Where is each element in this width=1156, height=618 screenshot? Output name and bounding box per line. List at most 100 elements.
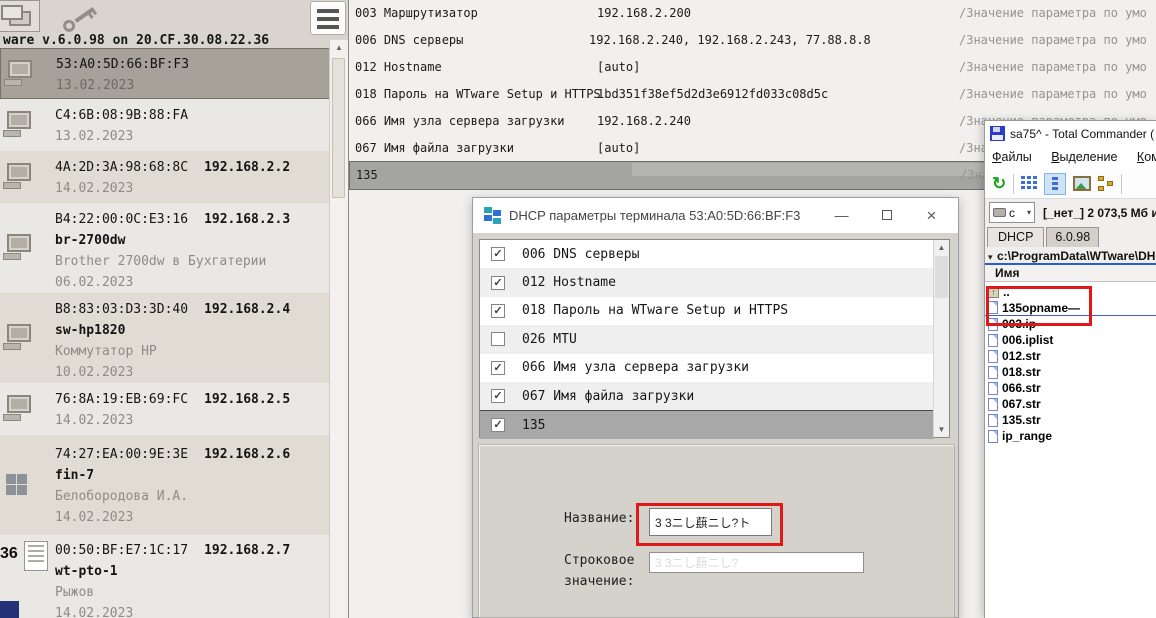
tc-window-title: sa75^ - Total Commander (: [1010, 127, 1154, 141]
scroll-up-icon[interactable]: ▲: [330, 40, 348, 56]
param-row[interactable]: 003 Маршрутизатор 192.168.2.200 /Значени…: [349, 0, 1156, 27]
scrollbar-thumb[interactable]: [332, 58, 345, 198]
terminal-date: 14.02.2023: [55, 410, 330, 431]
minimize-button[interactable]: —: [819, 198, 864, 233]
file-name: 135.str: [1002, 413, 1041, 427]
options-scrollbar[interactable]: ▲ ▼: [933, 240, 949, 437]
checkbox-checked[interactable]: ✓: [491, 304, 505, 318]
param-value: 1bd351f38ef5d2d3e6912fd033c08d5c: [597, 81, 828, 108]
checkbox-checked[interactable]: ✓: [491, 247, 505, 261]
tc-toolbar: ↻: [985, 169, 1156, 199]
tree-view-icon[interactable]: [1098, 176, 1114, 191]
param-value: 192.168.2.240: [597, 108, 691, 135]
checkbox-unchecked[interactable]: [491, 332, 505, 346]
scroll-up-icon[interactable]: ▲: [934, 240, 949, 255]
terminal-mac: C4:6B:08:9B:88:FA: [55, 108, 188, 123]
option-label: 067 Имя файла загрузки: [522, 389, 694, 404]
terminal-list-item[interactable]: B8:83:03:D3:3D:40192.168.2.4 sw-hp1820 К…: [0, 293, 330, 383]
sidebar-scrollbar[interactable]: ▲: [329, 40, 348, 618]
terminal-ip: 192.168.2.6: [204, 447, 290, 462]
drive-space-info: [_нет_] 2 073,5 Мб и: [1043, 206, 1156, 220]
terminal-list-item[interactable]: 4A:2D:3A:98:68:8C192.168.2.2 14.02.2023: [0, 151, 330, 203]
path-caret-icon[interactable]: ▾: [988, 252, 993, 262]
terminal-mac: 53:A0:5D:66:BF:F3: [56, 57, 189, 72]
terminal-list-item[interactable]: 36 00:50:BF:E7:1C:17192.168.2.7 wt-pto-1…: [0, 535, 330, 618]
param-row[interactable]: 018 Пароль на WTware Setup и HTTPS 1bd35…: [349, 81, 1156, 108]
terminal-hostname: fin-7: [55, 465, 330, 486]
terminal-description: Brother 2700dw в Бухгатерии: [55, 251, 330, 272]
hamburger-menu-button[interactable]: [310, 1, 346, 35]
checkbox-checked[interactable]: ✓: [491, 361, 505, 375]
checkbox-checked[interactable]: ✓: [491, 276, 505, 290]
string-value-input[interactable]: [649, 552, 864, 573]
dialog-titlebar[interactable]: DHCP параметры терминала 53:A0:5D:66:BF:…: [473, 198, 958, 233]
string-value-label-line1: Строковое: [564, 553, 634, 568]
close-button[interactable]: ×: [909, 198, 954, 233]
path-text: c:\ProgramData\WTware\DH: [997, 249, 1155, 263]
option-row-selected[interactable]: ✓ 135: [480, 410, 934, 438]
file-row[interactable]: 135.str: [985, 412, 1156, 428]
terminal-mac: 4A:2D:3A:98:68:8C: [55, 160, 188, 175]
terminal-list-item[interactable]: 74:27:EA:00:9E:3E192.168.2.6 fin-7 Белоб…: [0, 435, 330, 535]
tc-titlebar[interactable]: sa75^ - Total Commander (: [985, 121, 1156, 146]
menu-files[interactable]: Файлы: [992, 146, 1032, 169]
option-label: 026 MTU: [522, 332, 577, 347]
maximize-icon: [882, 210, 892, 220]
option-row[interactable]: ✓ 018 Пароль на WTware Setup и HTTPS: [480, 297, 934, 325]
menu-selection[interactable]: Выделение: [1051, 146, 1117, 169]
terminal-list-item[interactable]: 76:8A:19:EB:69:FC192.168.2.5 14.02.2023: [0, 383, 330, 435]
drive-select[interactable]: c ▾: [989, 202, 1035, 223]
file-row[interactable]: 067.str: [985, 396, 1156, 412]
full-view-button-selected[interactable]: [1044, 173, 1066, 195]
param-value: [auto]: [597, 135, 640, 162]
terminal-date: 13.02.2023: [56, 75, 329, 96]
tc-current-path[interactable]: ▾ c:\ProgramData\WTware\DH: [985, 247, 1156, 265]
param-name: 066 Имя узла сервера загрузки: [355, 108, 565, 135]
terminal-list-item[interactable]: B4:22:00:0C:E3:16192.168.2.3 br-2700dw B…: [0, 203, 330, 293]
checkbox-checked[interactable]: ✓: [491, 418, 505, 432]
param-comment: /Значение параметра по умо: [959, 81, 1147, 108]
brief-view-icon[interactable]: [1021, 176, 1037, 191]
scroll-down-icon[interactable]: ▼: [934, 422, 949, 437]
terminal-list-item[interactable]: C4:6B:08:9B:88:FA 13.02.2023: [0, 99, 330, 151]
terminal-list-panel: ware v.6.0.98 on 20.CF.30.08.22.36 53:A0…: [0, 0, 348, 618]
file-row[interactable]: ip_range: [985, 428, 1156, 444]
option-row[interactable]: ✓ 012 Hostname: [480, 268, 934, 296]
terminal-date: 06.02.2023: [55, 272, 330, 293]
annotation-box-file: [986, 286, 1092, 326]
annotation-box-name-input: [636, 503, 783, 546]
param-row[interactable]: 006 DNS серверы 192.168.2.240, 192.168.2…: [349, 27, 1156, 54]
column-header-name[interactable]: Имя: [985, 265, 1156, 282]
file-name: ip_range: [1002, 429, 1052, 443]
file-row[interactable]: 012.str: [985, 348, 1156, 364]
refresh-icon[interactable]: ↻: [992, 174, 1006, 194]
tab-dhcp[interactable]: DHCP: [987, 227, 1044, 247]
checkbox-checked[interactable]: ✓: [491, 389, 505, 403]
maximize-button[interactable]: [864, 198, 909, 233]
scrollbar-thumb[interactable]: [935, 256, 948, 298]
tc-file-list: ↑ .. 135opname— 003.ip 006.iplist 012.st…: [985, 282, 1156, 618]
file-row[interactable]: 066.str: [985, 380, 1156, 396]
drive-letter: c: [1009, 206, 1015, 220]
terminal-ip: 192.168.2.4: [204, 302, 290, 317]
tab-6098[interactable]: 6.0.98: [1046, 227, 1099, 247]
param-name: 012 Hostname: [355, 54, 442, 81]
terminals-view-button[interactable]: [0, 0, 40, 32]
menu-commands[interactable]: Команд: [1137, 146, 1156, 169]
file-icon: [988, 334, 998, 347]
file-row[interactable]: 018.str: [985, 364, 1156, 380]
option-row[interactable]: 026 MTU: [480, 325, 934, 353]
option-row[interactable]: ✓ 067 Имя файла загрузки: [480, 382, 934, 410]
terminal-hostname: sw-hp1820: [55, 320, 330, 341]
file-name: 018.str: [1002, 365, 1041, 379]
thumbnails-view-icon[interactable]: [1073, 176, 1091, 191]
terminal-ip: 192.168.2.5: [204, 392, 290, 407]
file-row[interactable]: 006.iplist: [985, 332, 1156, 348]
terminal-date: 14.02.2023: [55, 603, 330, 618]
option-row[interactable]: ✓ 006 DNS серверы: [480, 240, 934, 268]
terminal-list-item[interactable]: 53:A0:5D:66:BF:F3 13.02.2023: [0, 48, 330, 99]
param-value: [auto]: [597, 54, 640, 81]
param-row[interactable]: 012 Hostname [auto] /Значение параметра …: [349, 54, 1156, 81]
option-row[interactable]: ✓ 066 Имя узла сервера загрузки: [480, 354, 934, 382]
option-label: 135: [522, 418, 545, 433]
